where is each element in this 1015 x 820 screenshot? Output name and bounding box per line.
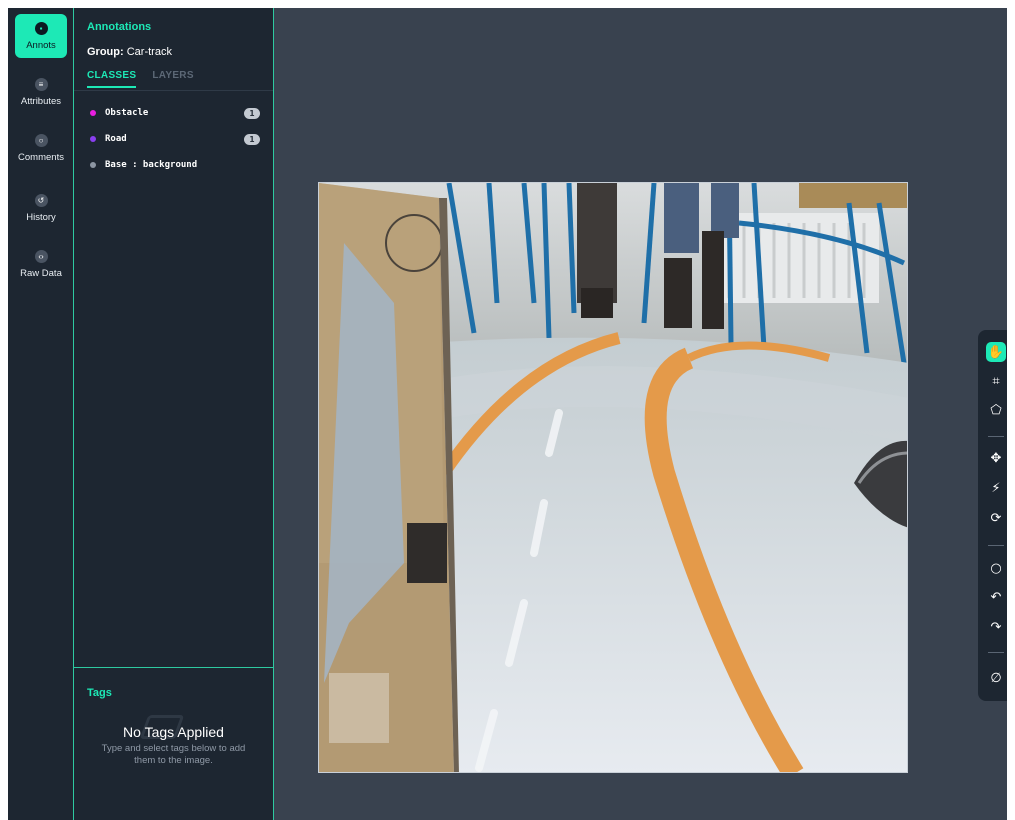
tags-section: Tags No Tags Applied Type and select tag… [74, 667, 273, 820]
sidebar-item-history[interactable]: ↺ History [15, 194, 67, 223]
hand-pan-icon[interactable]: ✋ [986, 342, 1006, 362]
tab-classes[interactable]: CLASSES [87, 70, 137, 88]
redo-icon[interactable]: ↷ [986, 617, 1006, 637]
toolbar-divider [988, 652, 1004, 653]
polygon-icon[interactable]: ⬠ [986, 400, 1006, 420]
sidebar-item-label: History [26, 212, 56, 223]
class-item-obstacle[interactable]: Obstacle 1 [90, 100, 260, 126]
sidebar-item-annots[interactable]: ▪ Annots [15, 14, 67, 58]
sidebar-item-label: Attributes [20, 96, 62, 107]
annotation-app: ▪ Annots ≡ Attributes ○ Comments ↺ Histo… [8, 8, 1007, 820]
class-list: Obstacle 1 Road 1 Base : background [90, 100, 260, 178]
group-label: Group: [87, 46, 124, 58]
no-tags-subtitle: Type and select tags below to add them t… [101, 743, 246, 766]
sidebar-item-comments[interactable]: ○ Comments [15, 134, 67, 163]
repeat-icon[interactable]: ⟳ [986, 508, 1006, 528]
toolbar-divider [988, 545, 1004, 546]
toolbar-divider [988, 436, 1004, 437]
group-line: Group: Car-track [87, 46, 172, 58]
smart-select-icon[interactable]: ✥ [986, 448, 1006, 468]
tags-title: Tags [87, 687, 112, 699]
comment-icon: ○ [34, 134, 48, 147]
divider [74, 90, 273, 91]
group-value: Car-track [126, 46, 172, 58]
class-item-base-background[interactable]: Base : background [90, 152, 260, 178]
track-photo [319, 183, 907, 772]
sidebar-item-label: Raw Data [20, 268, 62, 279]
class-item-road[interactable]: Road 1 [90, 126, 260, 152]
class-color-dot [90, 162, 96, 168]
class-name: Obstacle [105, 108, 149, 118]
magic-wand-icon[interactable]: ⚡ [986, 478, 1006, 498]
panel-tabs: CLASSES LAYERS [87, 70, 194, 88]
sidebar-rail: ▪ Annots ≡ Attributes ○ Comments ↺ Histo… [8, 8, 74, 820]
class-name: Road [105, 134, 127, 144]
no-tags-title: No Tags Applied [123, 724, 224, 740]
annotation-image[interactable] [318, 182, 908, 773]
class-color-dot [90, 110, 96, 116]
class-name: Base : background [105, 160, 198, 170]
code-icon: ‹› [34, 250, 48, 263]
class-color-dot [90, 136, 96, 142]
tab-layers[interactable]: LAYERS [152, 70, 193, 88]
annotations-icon: ▪ [34, 21, 48, 35]
class-count-badge: 1 [244, 133, 260, 145]
list-icon: ≡ [34, 78, 48, 91]
bounding-box-icon[interactable]: ⌗ [986, 371, 1006, 391]
comment-icon[interactable]: ○ [986, 558, 1006, 578]
tool-palette: ✋ ⌗ ⬠ ✥ ⚡ ⟳ ○ ↶ ↷ ∅ [978, 330, 1007, 701]
class-count-badge: 1 [244, 107, 260, 119]
sidebar-item-raw-data[interactable]: ‹› Raw Data [15, 250, 67, 279]
clear-icon[interactable]: ∅ [986, 668, 1006, 688]
undo-icon[interactable]: ↶ [986, 587, 1006, 607]
sidebar-item-label: Annots [26, 39, 56, 51]
sidebar-item-attributes[interactable]: ≡ Attributes [15, 78, 67, 107]
sidebar-item-label: Comments [18, 152, 64, 163]
annotations-panel: Annotations Group: Car-track CLASSES LAY… [74, 8, 274, 820]
history-icon: ↺ [34, 194, 48, 207]
panel-title: Annotations [87, 21, 152, 33]
